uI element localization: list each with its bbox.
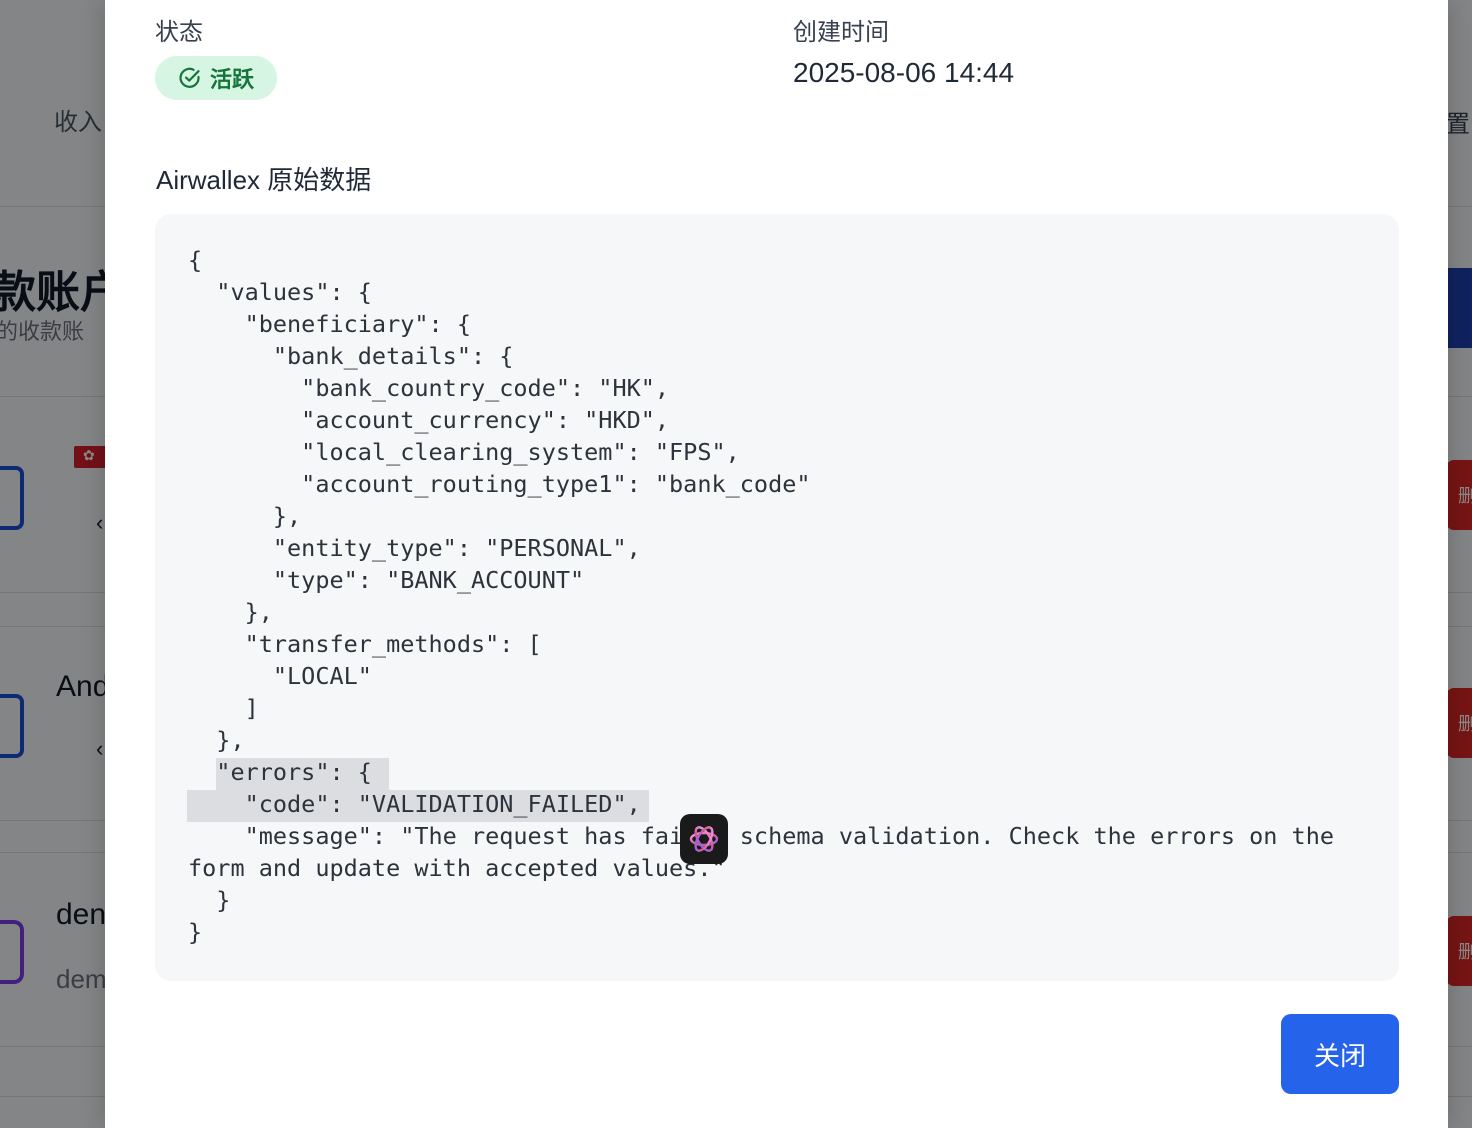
code-line: "bank_country_code": "HK", xyxy=(188,374,670,402)
code-line: "LOCAL" xyxy=(188,662,372,690)
raw-data-modal: 状态 活跃 创建时间 2025-08-06 14:44 Airwallex 原始… xyxy=(105,0,1448,1128)
code-line: } xyxy=(188,918,203,946)
status-label: 状态 xyxy=(155,19,203,46)
code-line: "transfer_methods": [ xyxy=(188,630,542,658)
code-line: "bank_details": { xyxy=(188,342,514,370)
code-line: "account_routing_type1": "bank_code" xyxy=(188,470,811,498)
created-time-value: 2025-08-06 14:44 xyxy=(793,57,1015,88)
code-line: "message": "The request has failed schem… xyxy=(188,822,1335,850)
code-line: "account_currency": "HKD", xyxy=(188,406,670,434)
created-time-label: 创建时间 xyxy=(793,19,889,46)
code-line: }, xyxy=(188,598,273,626)
code-line: "local_clearing_system": "FPS", xyxy=(188,438,740,466)
chatgpt-icon[interactable] xyxy=(680,814,728,864)
raw-data-code-block[interactable]: { "values": { "beneficiary": { "bank_det… xyxy=(155,214,1399,981)
code-line: "type": "BANK_ACCOUNT" xyxy=(188,566,585,594)
status-value: 活跃 xyxy=(209,67,254,92)
check-circle-icon xyxy=(179,67,200,88)
code-line: }, xyxy=(188,726,245,754)
code-line: "beneficiary": { xyxy=(188,310,471,338)
code-line: { xyxy=(188,246,203,274)
close-button[interactable]: 关闭 xyxy=(1281,1014,1399,1094)
code-line: }, xyxy=(188,502,302,530)
code-line: } xyxy=(188,886,231,914)
code-line: "code": "VALIDATION_FAILED", xyxy=(188,790,641,818)
code-line: "errors": { xyxy=(188,758,372,786)
code-line: "values": { xyxy=(188,278,372,306)
openai-logo-icon xyxy=(689,826,719,852)
code-line: "entity_type": "PERSONAL", xyxy=(188,534,641,562)
raw-data-title: Airwallex 原始数据 xyxy=(156,165,372,195)
code-line: form and update with accepted values." xyxy=(188,854,726,882)
code-line: ] xyxy=(188,694,259,722)
status-badge: 活跃 xyxy=(155,56,277,100)
